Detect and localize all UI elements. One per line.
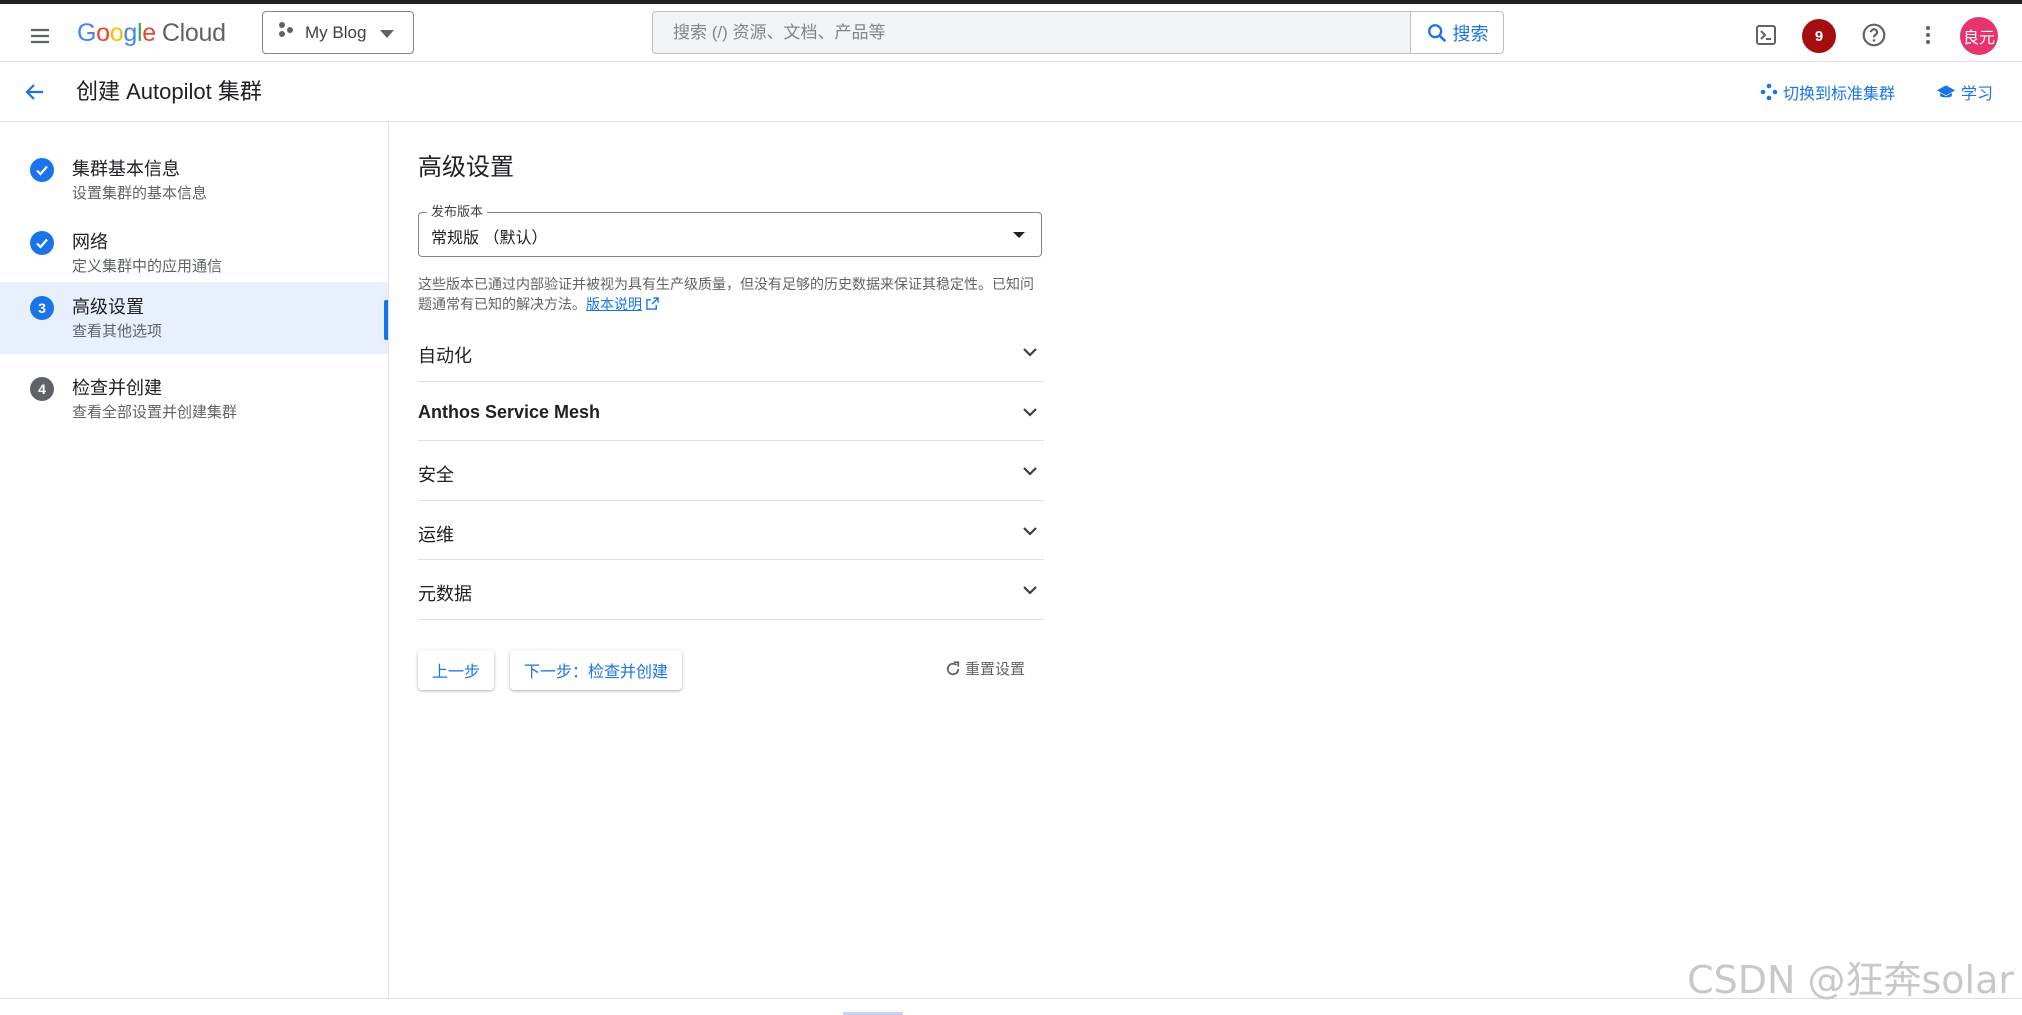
- step-title: 集群基本信息: [72, 159, 180, 179]
- search-button[interactable]: 搜索: [1410, 12, 1503, 53]
- terminal-icon[interactable]: [1748, 17, 1784, 53]
- step-title: 高级设置: [72, 297, 144, 317]
- step-review-create[interactable]: 4 检查并创建 查看全部设置并创建集群: [0, 363, 388, 435]
- release-channel-help: 这些版本已通过内部验证并被视为具有生产级质量，但没有足够的历史数据来保证其稳定性…: [418, 276, 1034, 312]
- next-step-button[interactable]: 下一步：检查并创建: [510, 650, 682, 690]
- accordion-anthos-service-mesh[interactable]: Anthos Service Mesh: [418, 382, 1044, 441]
- step-subtitle: 设置集群的基本信息: [72, 185, 208, 202]
- accordion-label: 自动化: [418, 346, 472, 366]
- watermark: CSDN @狂奔solar: [1687, 958, 2014, 1002]
- avatar[interactable]: 良元: [1960, 17, 1998, 55]
- active-step-indicator: [384, 300, 388, 340]
- search-input[interactable]: [653, 12, 1410, 53]
- section-title: 高级设置: [418, 154, 514, 181]
- step-networking[interactable]: 网络 定义集群中的应用通信: [0, 217, 388, 289]
- previous-step-button[interactable]: 上一步: [418, 650, 494, 690]
- accordion-label: 元数据: [418, 584, 472, 604]
- chevron-down-icon: [1023, 467, 1037, 476]
- step-cluster-basics[interactable]: 集群基本信息 设置集群的基本信息: [0, 144, 388, 216]
- google-cloud-logo[interactable]: Google Cloud: [77, 16, 226, 50]
- check-icon: [30, 158, 54, 182]
- chevron-down-icon: [1023, 348, 1037, 357]
- chevron-down-icon: [380, 23, 395, 43]
- help-icon[interactable]: [1856, 17, 1892, 53]
- chevron-down-icon: [1023, 586, 1037, 595]
- accordion-automation[interactable]: 自动化: [418, 322, 1044, 382]
- top-app-bar: GoogleCloud My Blog 搜索 9 良元: [0, 4, 2022, 62]
- step-subtitle: 查看其他选项: [72, 323, 163, 340]
- accordion-label: 运维: [418, 524, 454, 545]
- back-arrow-icon[interactable]: [18, 75, 52, 109]
- release-channel-select[interactable]: 发布版本 常规版 （默认）: [418, 204, 1042, 257]
- step-subtitle: 定义集群中的应用通信: [72, 258, 223, 275]
- notification-badge[interactable]: 9: [1802, 19, 1836, 53]
- switch-to-standard-link[interactable]: 切换到标准集群: [1760, 80, 1895, 104]
- external-link-icon: [646, 297, 659, 310]
- check-icon: [30, 231, 54, 255]
- accordion-label: 安全: [418, 465, 454, 485]
- menu-icon[interactable]: [22, 18, 58, 54]
- search-icon: [1427, 23, 1446, 42]
- page-title: 创建 Autopilot 集群: [76, 79, 262, 104]
- more-vert-icon[interactable]: [1910, 17, 1946, 53]
- release-notes-link[interactable]: 版本说明: [586, 296, 642, 312]
- school-icon: [1936, 85, 1956, 98]
- step-title: 检查并创建: [72, 378, 162, 398]
- accordion-operations[interactable]: 运维: [418, 501, 1044, 560]
- step-number: 3: [30, 296, 54, 320]
- chevron-down-icon: [1023, 407, 1037, 417]
- switch-icon: [1760, 83, 1778, 101]
- release-channel-value: 常规版 （默认）: [431, 230, 548, 247]
- project-icon: [277, 21, 295, 44]
- learn-link[interactable]: 学习: [1936, 80, 1993, 104]
- step-number: 4: [30, 377, 54, 401]
- chevron-down-icon: [1023, 526, 1037, 536]
- settings-accordion: 自动化 Anthos Service Mesh 安全 运维 元数据: [418, 322, 1044, 620]
- accordion-label: Anthos Service Mesh: [418, 401, 601, 422]
- page-header: 创建 Autopilot 集群 切换到标准集群 学习: [0, 62, 2022, 122]
- accordion-metadata[interactable]: 元数据: [418, 560, 1044, 620]
- accordion-security[interactable]: 安全: [418, 441, 1044, 501]
- project-name: My Blog: [305, 22, 367, 42]
- search-bar: 搜索: [652, 11, 1504, 54]
- step-subtitle: 查看全部设置并创建集群: [72, 404, 238, 421]
- dropdown-arrow-icon: [1013, 232, 1025, 238]
- step-title: 网络: [72, 232, 108, 252]
- search-button-label: 搜索: [1452, 23, 1489, 44]
- step-advanced-settings[interactable]: 3 高级设置 查看其他选项: [0, 282, 388, 354]
- stepper-sidebar: 集群基本信息 设置集群的基本信息 网络 定义集群中的应用通信 3 高级设置 查看…: [0, 122, 389, 998]
- refresh-icon: [946, 660, 960, 675]
- release-channel-label: 发布版本: [427, 204, 488, 220]
- project-picker-button[interactable]: My Blog: [262, 11, 414, 54]
- reset-settings-button[interactable]: 重置设置: [944, 658, 1025, 679]
